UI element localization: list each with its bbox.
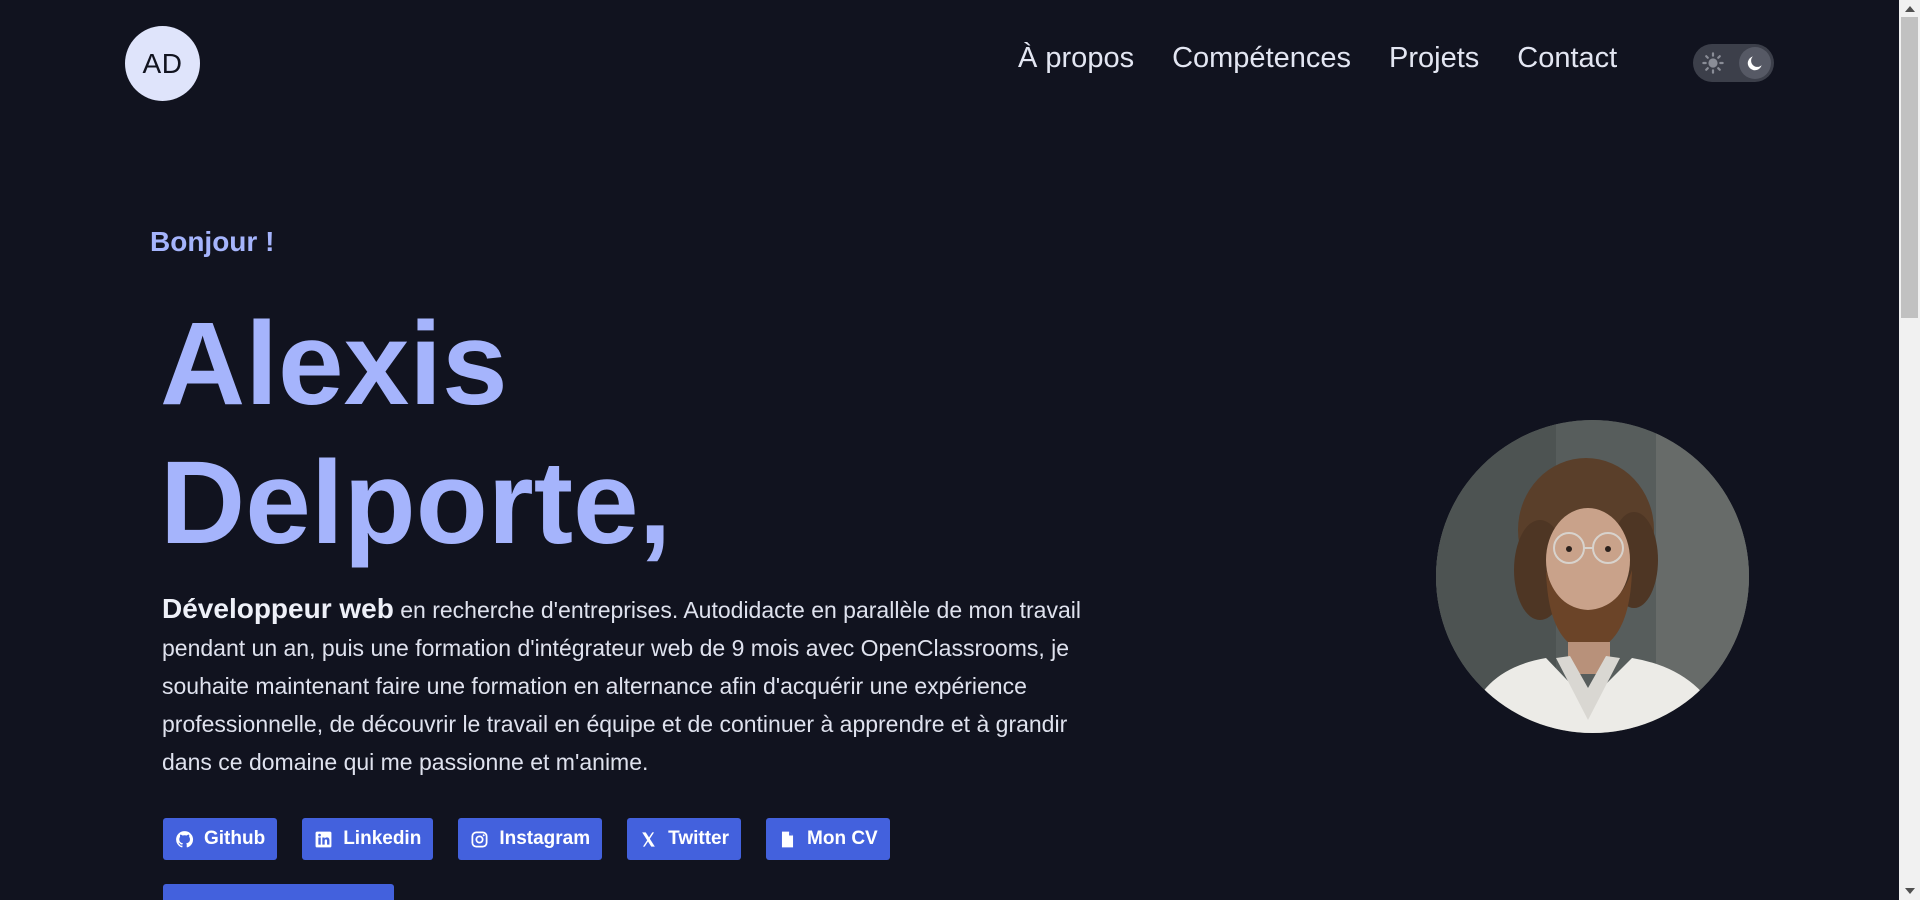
- nav-link-contact[interactable]: Contact: [1517, 42, 1617, 75]
- main-nav: À propos Compétences Projets Contact: [1018, 42, 1617, 75]
- twitter-label: Twitter: [668, 828, 730, 849]
- nav-link-competences[interactable]: Compétences: [1172, 42, 1351, 75]
- logo[interactable]: AD: [125, 26, 200, 101]
- instagram-icon: [471, 831, 488, 847]
- scroll-up-arrow-icon[interactable]: [1905, 6, 1915, 12]
- social-buttons: Github Linkedin Instagram Twitter Mon CV: [163, 818, 890, 860]
- cv-label: Mon CV: [807, 828, 878, 849]
- toggle-knob: [1739, 47, 1771, 79]
- instagram-button[interactable]: Instagram: [458, 818, 603, 860]
- scroll-thumb[interactable]: [1901, 17, 1918, 318]
- github-button[interactable]: Github: [163, 818, 278, 860]
- theme-toggle[interactable]: [1693, 44, 1774, 82]
- file-icon: [781, 831, 794, 847]
- cv-button[interactable]: Mon CV: [766, 818, 890, 860]
- linkedin-label: Linkedin: [343, 828, 422, 849]
- bio-lead: Développeur web: [162, 593, 394, 624]
- scroll-down-arrow-icon[interactable]: [1905, 888, 1915, 894]
- name-line-2: Delporte,: [160, 437, 672, 569]
- linkedin-icon: [315, 831, 332, 847]
- profile-photo: [1436, 420, 1749, 733]
- moon-icon: [1747, 56, 1762, 71]
- logo-text: AD: [142, 47, 183, 79]
- hero-name: Alexis Delporte,: [160, 295, 671, 573]
- nav-link-projets[interactable]: Projets: [1389, 42, 1479, 75]
- name-line-1: Alexis: [160, 298, 508, 430]
- github-icon: [176, 830, 194, 847]
- portrait-illustration: [1436, 420, 1749, 733]
- github-label: Github: [204, 828, 266, 849]
- bio: Développeur web en recherche d'entrepris…: [162, 590, 1122, 781]
- twitter-button[interactable]: Twitter: [627, 818, 742, 860]
- instagram-label: Instagram: [499, 828, 591, 849]
- greeting: Bonjour !: [150, 226, 275, 257]
- linkedin-button[interactable]: Linkedin: [302, 818, 434, 860]
- secondary-button[interactable]: [163, 884, 394, 900]
- nav-link-a-propos[interactable]: À propos: [1018, 42, 1134, 75]
- page: AD À propos Compétences Projets Contact: [0, 0, 1899, 900]
- x-icon: [642, 831, 655, 847]
- page-scrollbar[interactable]: [1899, 0, 1920, 900]
- sun-icon: [1702, 52, 1724, 74]
